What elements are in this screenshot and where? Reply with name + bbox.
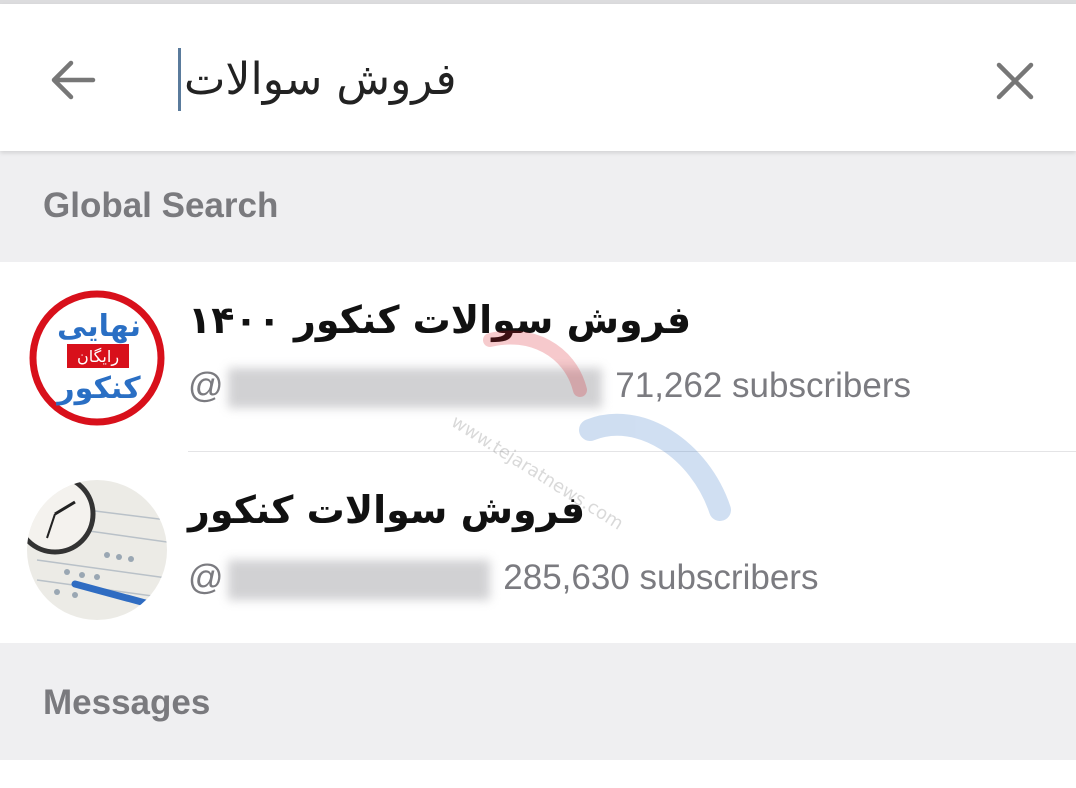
text-caret xyxy=(178,48,181,111)
search-header: فروش سوالات xyxy=(0,4,1076,151)
channel-title: فروش سوالات کنکور xyxy=(188,488,586,532)
channel-meta: @ 71,262 subscribers xyxy=(188,366,911,408)
search-input[interactable]: فروش سوالات xyxy=(178,44,878,116)
section-messages: Messages xyxy=(43,683,211,722)
clear-search-button[interactable] xyxy=(988,54,1042,108)
avatar-line3: کنکور xyxy=(55,371,141,406)
back-button[interactable] xyxy=(45,52,101,108)
search-query: فروش سوالات xyxy=(184,54,457,105)
konkur-logo-icon: نهایی رایگان کنکور xyxy=(29,290,165,426)
blurred-username xyxy=(227,367,602,408)
channel-avatar: نهایی رایگان کنکور xyxy=(27,288,167,428)
close-icon xyxy=(996,62,1034,100)
channel-meta: @ 285,630 subscribers xyxy=(188,558,818,600)
username-prefix: @ xyxy=(188,366,224,405)
section-global-search: Global Search xyxy=(43,186,279,225)
channel-avatar xyxy=(27,480,167,620)
blurred-username xyxy=(227,559,490,600)
messages-list xyxy=(0,760,1076,788)
subscriber-count: 71,262 subscribers xyxy=(615,366,911,405)
subscriber-count: 285,630 subscribers xyxy=(503,558,819,597)
username-prefix: @ xyxy=(188,558,224,597)
clock-exam-photo-icon xyxy=(27,480,167,620)
channel-title: فروش سوالات کنکور ۱۴۰۰ xyxy=(188,298,692,342)
avatar-line2: رایگان xyxy=(77,347,119,367)
arrow-left-icon xyxy=(51,60,96,100)
result-row[interactable]: فروش سوالات کنکور @ 285,630 subscribers xyxy=(0,452,1076,642)
avatar-line1: نهایی xyxy=(57,309,141,344)
result-row[interactable]: نهایی رایگان کنکور فروش سوالات کنکور ۱۴۰… xyxy=(0,262,1076,452)
global-search-results: نهایی رایگان کنکور فروش سوالات کنکور ۱۴۰… xyxy=(0,262,1076,643)
